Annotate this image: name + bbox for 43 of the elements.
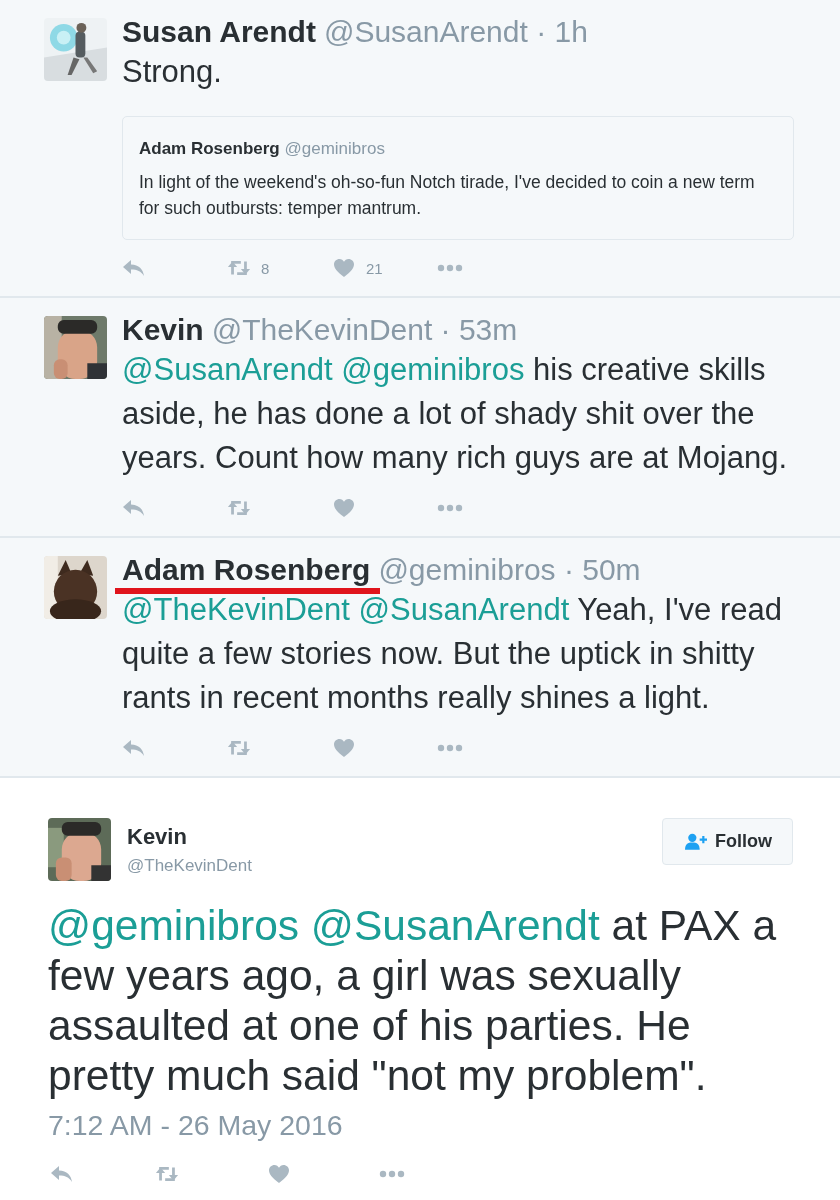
tweet-text: @SusanArendt @geminibros his creative skills aside, he has done a lot of shady shit over the years. Count how many rich guys are at Mojang. [122, 351, 789, 477]
handle-and-time: @geminibros · 50m [378, 552, 641, 588]
retweet-icon[interactable] [227, 258, 251, 278]
tweet-text: Strong. [122, 53, 223, 91]
action-count: 8 [261, 259, 270, 277]
mention-link[interactable]: @SusanArendt [310, 902, 600, 949]
mention-link[interactable]: @SusanArendt [358, 592, 570, 627]
more-icon[interactable] [437, 504, 463, 512]
quoted-text: In light of the weekend's oh-so-fun Notch tirade, I've decided to coin a new term for such outbursts: temper mantrum. [139, 171, 756, 220]
mention-link[interactable]: @geminibros [48, 902, 299, 949]
retweet-icon[interactable] [227, 498, 251, 518]
mention-link[interactable]: @SusanArendt [122, 352, 333, 387]
reply-icon[interactable] [50, 1164, 74, 1184]
author-name[interactable]: Kevin [127, 824, 646, 850]
heart-icon[interactable] [267, 1164, 291, 1184]
retweet-icon[interactable] [155, 1164, 179, 1184]
action-count: 21 [366, 259, 383, 277]
follow-button[interactable]: Follow [662, 818, 793, 865]
more-icon[interactable] [437, 264, 463, 272]
heart-icon[interactable] [332, 498, 356, 518]
reply-icon[interactable] [122, 738, 146, 758]
heart-icon[interactable] [332, 738, 356, 758]
heart-icon[interactable] [332, 258, 356, 278]
reply-icon[interactable] [122, 498, 146, 518]
mention-link[interactable]: @geminibros [341, 352, 525, 387]
author-handle[interactable]: @TheKevinDent [127, 856, 646, 876]
timestamp: 7:12 AM - 26 May 2016 [48, 1109, 344, 1142]
quoted-author: Adam Rosenberg [139, 139, 280, 158]
tweet-text: @TheKevinDent @SusanArendt Yeah, I've read quite a few stories now. But the uptick in shitty rants in recent months really shines a light. [122, 591, 783, 717]
retweet-icon[interactable] [227, 738, 251, 758]
add-user-icon [685, 833, 707, 850]
author-name[interactable]: Kevin [122, 313, 204, 346]
mention-link[interactable]: @TheKevinDent [122, 592, 350, 627]
author-name[interactable]: Adam Rosenberg [122, 553, 371, 586]
quoted-tweet[interactable]: Adam Rosenberg @geminibros In light of the weekend's oh-so-fun Notch tirade, I've decided to coin a new term for such outbursts: temper mantrum. [122, 116, 794, 240]
handle-and-time: @TheKevinDent · 53m [211, 312, 518, 348]
more-icon[interactable] [379, 1170, 405, 1178]
more-icon[interactable] [437, 744, 463, 752]
quoted-handle: @geminibros [284, 139, 385, 158]
author-name[interactable]: Susan Arendt [122, 15, 316, 48]
handle-and-time: @SusanArendt · 1h [323, 14, 588, 50]
tweet-text: @geminibros @SusanArendt at PAX a few years ago, a girl was sexually assaulted at one of his parties. He pretty much said "not my problem". [48, 901, 778, 1101]
reply-icon[interactable] [122, 258, 146, 278]
